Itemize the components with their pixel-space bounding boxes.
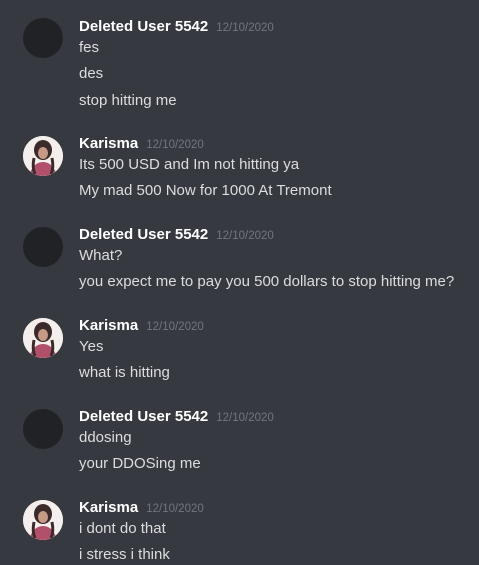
message-header: Deleted User 5542 12/10/2020 [79, 225, 274, 245]
deleted-user-avatar[interactable] [23, 18, 63, 58]
message-text: Yes [79, 338, 104, 355]
user-photo-avatar[interactable] [23, 318, 63, 358]
user-photo-avatar[interactable] [23, 136, 63, 176]
message-header: Karisma 12/10/2020 [79, 316, 204, 336]
message-text: what is hitting [79, 364, 170, 381]
message-text: Its 500 USD and Im not hitting ya [79, 156, 300, 173]
message-header: Deleted User 5542 12/10/2020 [79, 407, 274, 427]
username[interactable]: Karisma [79, 317, 138, 334]
timestamp[interactable]: 12/10/2020 [146, 503, 204, 515]
timestamp[interactable]: 12/10/2020 [216, 22, 274, 34]
timestamp[interactable]: 12/10/2020 [216, 230, 274, 242]
message-text: your DDOSing me [79, 455, 201, 472]
message-text: stop hitting me [79, 92, 177, 109]
timestamp[interactable]: 12/10/2020 [146, 321, 204, 333]
timestamp[interactable]: 12/10/2020 [146, 139, 204, 151]
deleted-user-avatar[interactable] [23, 409, 63, 449]
deleted-user-avatar[interactable] [23, 227, 63, 267]
message-header: Karisma 12/10/2020 [79, 134, 204, 154]
username[interactable]: Deleted User 5542 [79, 408, 208, 425]
message-text: des [79, 65, 104, 82]
user-photo-avatar[interactable] [23, 500, 63, 540]
username[interactable]: Deleted User 5542 [79, 226, 208, 243]
message-text: fes [79, 39, 100, 56]
username[interactable]: Karisma [79, 135, 138, 152]
timestamp[interactable]: 12/10/2020 [216, 412, 274, 424]
message-text: What? [79, 247, 123, 264]
chat-message-list[interactable]: Deleted User 5542 12/10/2020 fes des stop… [0, 0, 479, 565]
username[interactable]: Karisma [79, 499, 138, 516]
message-text: ddosing [79, 429, 132, 446]
message-header: Karisma 12/10/2020 [79, 498, 204, 518]
message-text: My mad 500 Now for 1000 At Tremont [79, 182, 332, 199]
message-text: i stress i think [79, 546, 170, 563]
message-text: i dont do that [79, 520, 166, 537]
username[interactable]: Deleted User 5542 [79, 18, 208, 35]
message-text: you expect me to pay you 500 dollars to … [79, 273, 455, 290]
message-header: Deleted User 5542 12/10/2020 [79, 17, 274, 37]
